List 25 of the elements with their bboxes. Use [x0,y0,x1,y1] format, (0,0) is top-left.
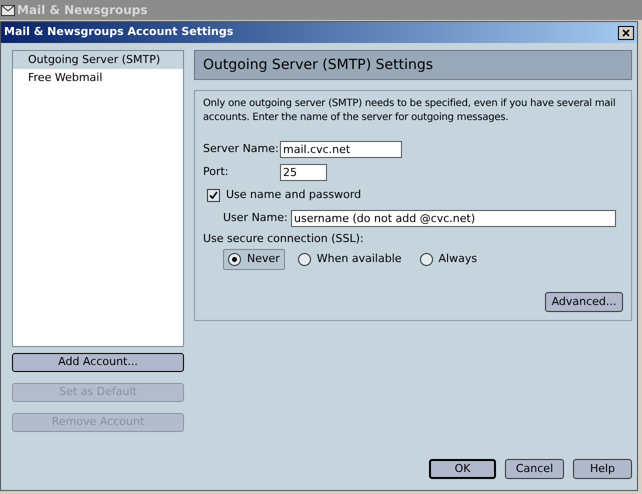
field-label: Server Name: [203,141,280,158]
user-name-field[interactable]: username (do not add @cvc.net) [291,210,616,226]
dialog-title: Mail & Newsgroups Account Settings [4,24,234,40]
dialog-button[interactable]: OK [429,459,496,479]
radio-option[interactable]: When available [292,249,407,270]
radio-option[interactable]: Always [414,249,482,270]
account-item[interactable]: Outgoing Server (SMTP) [13,51,183,69]
advanced-button[interactable]: Advanced... [545,292,623,312]
envelope-icon [1,4,15,16]
dialog-button[interactable]: Help [573,459,632,479]
radio-option[interactable]: Never [223,249,285,270]
window-title: Mail & Newsgroups [17,2,148,19]
field-label: Port: [203,164,230,180]
checkbox-label: Use name and password [226,187,362,203]
close-button[interactable] [618,26,634,40]
dialog-button[interactable]: Cancel [505,459,564,479]
checkbox[interactable] [207,188,220,202]
panel-title: Outgoing Server (SMTP) Settings [203,56,434,74]
field-label: User Name: [223,210,289,226]
account-button[interactable]: Add Account... [12,353,184,372]
port-field[interactable]: 25 [280,164,327,181]
server-name-field[interactable]: mail.cvc.net [280,141,402,158]
close-icon [622,28,630,36]
description-text: Only one outgoing server (SMTP) needs to be specified, even if you have several mail accounts. Enter the name of the server for outgoing messages. [203,97,616,125]
section-label: Use secure connection (SSL): [203,230,365,246]
